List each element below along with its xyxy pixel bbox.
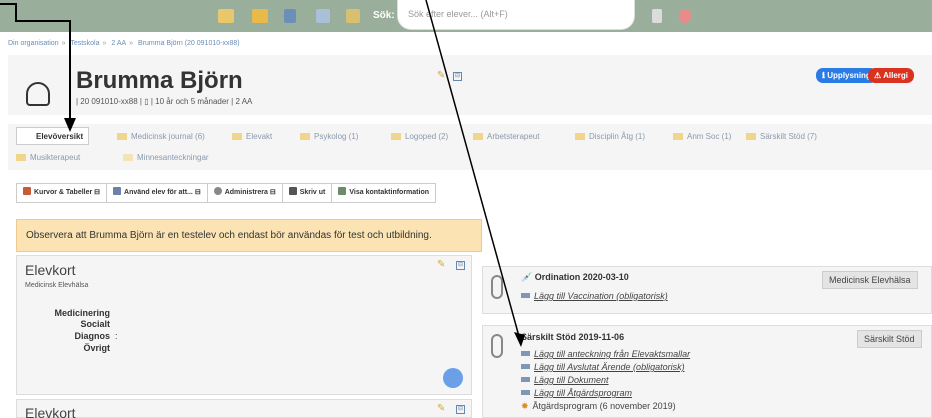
pencil-icon: [521, 364, 530, 369]
syringe-icon: 💉: [521, 272, 533, 282]
sarskilt-date: 2019-11-06: [578, 332, 625, 342]
chart-icon: [23, 187, 31, 195]
action-toolbar: Kurvor & Tabeller ⊟ Använd elev för att.…: [16, 183, 436, 203]
note-icon: [123, 154, 133, 161]
collapse-icon[interactable]: ⊟: [456, 405, 465, 414]
folder-icon: [117, 133, 127, 140]
pencil-icon: [521, 377, 530, 382]
ordination-date: 2020-03-10: [582, 272, 629, 282]
student-meta: | 20 091010-xx88 | ▯ | 10 år och 5 månad…: [76, 97, 253, 106]
add-avslutat-arende-link[interactable]: Lägg till Avslutat Ärende (obligatorisk): [521, 362, 685, 372]
diagnos-separator: :: [115, 331, 118, 341]
visa-kontakt-button[interactable]: Visa kontaktinformation: [332, 184, 435, 202]
tab-elevakt[interactable]: Elevakt: [232, 128, 272, 146]
tab-medicinsk-journal[interactable]: Medicinsk journal (6): [117, 128, 205, 146]
person-icon: [22, 133, 32, 140]
chat-bubble-button[interactable]: [443, 368, 463, 388]
folder-icon: [673, 133, 683, 140]
document-icon[interactable]: [284, 9, 296, 23]
tab-anm-soc[interactable]: Anm Soc (1): [673, 128, 731, 146]
ovrigt-label: Övrigt: [83, 343, 110, 353]
tab-musikterapeut[interactable]: Musikterapeut: [16, 149, 80, 167]
tab-logoped[interactable]: Logoped (2): [391, 128, 448, 146]
paperclip-icon: [491, 334, 503, 358]
paperclip-icon: [491, 275, 503, 299]
search-label: Sök:: [373, 10, 395, 21]
folder-icon: [391, 133, 401, 140]
socialt-label: Socialt: [80, 319, 110, 329]
grid-icon[interactable]: [218, 9, 234, 23]
tab-psykolog[interactable]: Psykolog (1): [300, 128, 358, 146]
collapse-icon[interactable]: ⊟: [456, 261, 465, 270]
printer-icon: [288, 187, 297, 195]
folder-icon: [473, 133, 483, 140]
ordination-title: 💉 Ordination 2020-03-10: [521, 272, 629, 282]
gear-icon: [213, 187, 222, 195]
avatar-icon: [26, 82, 50, 106]
sarskilt-title: Särskilt Stöd 2019-11-06: [521, 332, 625, 342]
elevkort-title-2: Elevkort: [25, 405, 76, 418]
breadcrumb-item[interactable]: Testskola: [70, 40, 99, 47]
pencil-icon: [521, 390, 530, 395]
diagnos-label: Diagnos: [74, 331, 110, 341]
edit-pencil-icon[interactable]: ✎: [437, 259, 445, 270]
contact-card-icon: [338, 187, 347, 195]
tab-arbetsterapeut[interactable]: Arbetsterapeut: [473, 128, 539, 146]
breadcrumb: Din organisation» Testskola» 2 AA» Brumm…: [8, 40, 240, 47]
inbox-icon[interactable]: [346, 9, 360, 23]
breadcrumb-item[interactable]: 2 AA: [111, 40, 126, 47]
add-dokument-link[interactable]: Lägg till Dokument: [521, 375, 609, 385]
tab-elevoversikt[interactable]: Elevöversikt: [16, 127, 90, 145]
allergy-badge[interactable]: ⚠ Allergi: [868, 68, 914, 83]
student-name: Brumma Björn: [76, 67, 243, 94]
help-icon[interactable]: [679, 9, 691, 23]
tab-minnesanteckningar[interactable]: Minnesanteckningar: [123, 149, 209, 167]
test-student-warning: Observera att Brumma Björn är en testele…: [16, 219, 482, 252]
folder-icon: [16, 154, 26, 161]
administrera-button[interactable]: Administrera ⊟: [208, 184, 283, 202]
elevkort-title: Elevkort: [25, 262, 76, 278]
pencil-icon: [521, 293, 530, 298]
folder-icon: [232, 133, 242, 140]
pencil-icon: [521, 351, 530, 356]
sarskilt-stod-tag[interactable]: Särskilt Stöd: [857, 330, 922, 348]
medicinsk-elevhalsa-tag[interactable]: Medicinsk Elevhälsa: [822, 271, 918, 289]
edit-pencil-icon[interactable]: ✎: [437, 70, 445, 81]
elevkort-subtitle: Medicinsk Elevhälsa: [25, 282, 89, 289]
medicinering-label: Medicinering: [54, 308, 110, 318]
search-placeholder: Sök efter elever... (Alt+F): [408, 9, 508, 19]
skriv-ut-button[interactable]: Skriv ut: [283, 184, 333, 202]
trash-icon[interactable]: [652, 9, 662, 23]
folder-icon: [746, 133, 756, 140]
add-elevakt-note-link[interactable]: Lägg till anteckning från Elevaktsmallar: [521, 349, 690, 359]
calendar-icon[interactable]: [316, 9, 330, 23]
add-atgardsprogram-link[interactable]: Lägg till Åtgärdsprogram: [521, 388, 632, 398]
breadcrumb-item[interactable]: Din organisation: [8, 40, 59, 47]
folder-icon: [300, 133, 310, 140]
breadcrumb-item[interactable]: Brumma Björn (20 091010-xx88): [138, 40, 240, 47]
add-vaccination-link[interactable]: Lägg till Vaccination (obligatorisk): [521, 291, 668, 301]
tab-disciplin[interactable]: Disciplin Åtg (1): [575, 128, 645, 146]
search-input[interactable]: Sök efter elever... (Alt+F): [397, 0, 635, 30]
person-icon: [113, 187, 122, 195]
folder-icon: [575, 133, 585, 140]
edit-pencil-icon[interactable]: ✎: [437, 403, 445, 414]
kurvor-tabeller-button[interactable]: Kurvor & Tabeller ⊟: [17, 184, 108, 202]
tab-sarskilt-stod[interactable]: Särskilt Stöd (7): [746, 128, 817, 146]
folder-icon[interactable]: [252, 9, 268, 23]
collapse-icon[interactable]: ⊟: [453, 72, 462, 81]
elevkort-card-2: [16, 399, 472, 418]
atgardsprogram-entry-link[interactable]: ✸ Åtgärdsprogram (6 november 2019): [521, 401, 676, 412]
star-icon: ✸: [521, 401, 529, 411]
top-bar: Sök: Sök efter elever... (Alt+F): [0, 0, 932, 32]
anvand-elev-button[interactable]: Använd elev för att... ⊟: [107, 184, 208, 202]
